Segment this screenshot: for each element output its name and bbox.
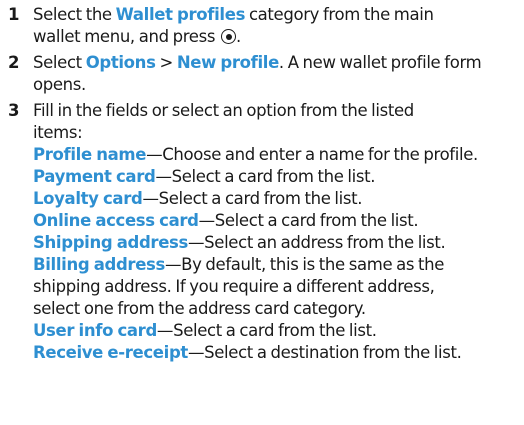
field-description: —Select a destination from the list. bbox=[187, 343, 462, 362]
field-description: —Choose and enter a name for the profile… bbox=[146, 145, 478, 164]
text-fragment: category from the main bbox=[245, 5, 434, 24]
step-text: Fill in the fields or select an option f… bbox=[33, 100, 521, 364]
text-fragment: opens. bbox=[33, 75, 86, 94]
billing-address-continued: shipping address. If you require a diffe… bbox=[33, 276, 521, 298]
field-name: Online access card bbox=[33, 211, 199, 230]
field-loyalty-card: Loyalty card—Select a card from the list… bbox=[33, 188, 521, 210]
keyword-options: Options bbox=[85, 53, 156, 72]
text-fragment: wallet menu, and press bbox=[33, 27, 216, 46]
field-description: —Select a card from the list. bbox=[156, 321, 377, 340]
step-line: Fill in the fields or select an option f… bbox=[33, 100, 521, 122]
step-line: opens. bbox=[33, 74, 521, 96]
field-payment-card: Payment card—Select a card from the list… bbox=[33, 166, 521, 188]
step-line: Select the Wallet profiles category from… bbox=[33, 4, 521, 26]
field-receive-e-receipt: Receive e-receipt—Select a destination f… bbox=[33, 342, 521, 364]
step-number: 3 bbox=[8, 101, 20, 120]
text-fragment: Select the bbox=[33, 5, 116, 24]
field-profile-name: Profile name—Choose and enter a name for… bbox=[33, 144, 521, 166]
field-description: —Select a card from the list. bbox=[155, 167, 376, 186]
step-number: 1 bbox=[8, 5, 20, 24]
step-number: 2 bbox=[8, 53, 20, 72]
field-description: —Select a card from the list. bbox=[142, 189, 363, 208]
keyword-wallet-profiles: Wallet profiles bbox=[115, 5, 246, 24]
field-description: —Select a card from the list. bbox=[198, 211, 419, 230]
step-line: wallet menu, and press . bbox=[33, 26, 521, 48]
text-fragment: . A new wallet profile form bbox=[278, 53, 482, 72]
text-fragment: . bbox=[236, 27, 241, 46]
text-fragment: shipping address. If you require a diffe… bbox=[33, 277, 435, 296]
field-name: User info card bbox=[33, 321, 157, 340]
text-fragment: Select bbox=[33, 53, 86, 72]
field-user-info-card: User info card—Select a card from the li… bbox=[33, 320, 521, 342]
field-description: —By default, this is the same as the bbox=[164, 255, 445, 274]
step-text: Select the Wallet profiles category from… bbox=[33, 4, 521, 48]
text-fragment: select one from the address card categor… bbox=[33, 299, 366, 318]
field-billing-address: Billing address—By default, this is the … bbox=[33, 254, 521, 276]
field-name: Receive e-receipt bbox=[33, 343, 188, 362]
field-description: —Select an address from the list. bbox=[188, 233, 446, 252]
field-shipping-address: Shipping address—Select an address from … bbox=[33, 232, 521, 254]
text-fragment: Fill in the fields or select an option f… bbox=[33, 101, 414, 120]
select-key-icon bbox=[221, 29, 237, 44]
keyword-new-profile: New profile bbox=[176, 53, 279, 72]
field-name: Billing address bbox=[33, 255, 165, 274]
billing-address-continued: select one from the address card categor… bbox=[33, 298, 521, 320]
step-line: items: bbox=[33, 122, 521, 144]
field-name: Payment card bbox=[33, 167, 156, 186]
field-name: Profile name bbox=[33, 145, 147, 164]
field-name: Loyalty card bbox=[33, 189, 143, 208]
text-fragment: items: bbox=[33, 123, 83, 142]
step-text: Select Options > New profile. A new wall… bbox=[33, 52, 521, 96]
text-fragment: > bbox=[155, 53, 177, 72]
field-online-access-card: Online access card—Select a card from th… bbox=[33, 210, 521, 232]
field-name: Shipping address bbox=[33, 233, 188, 252]
step-line: Select Options > New profile. A new wall… bbox=[33, 52, 521, 74]
instructions-page: 1 Select the Wallet profiles category fr… bbox=[0, 0, 524, 425]
